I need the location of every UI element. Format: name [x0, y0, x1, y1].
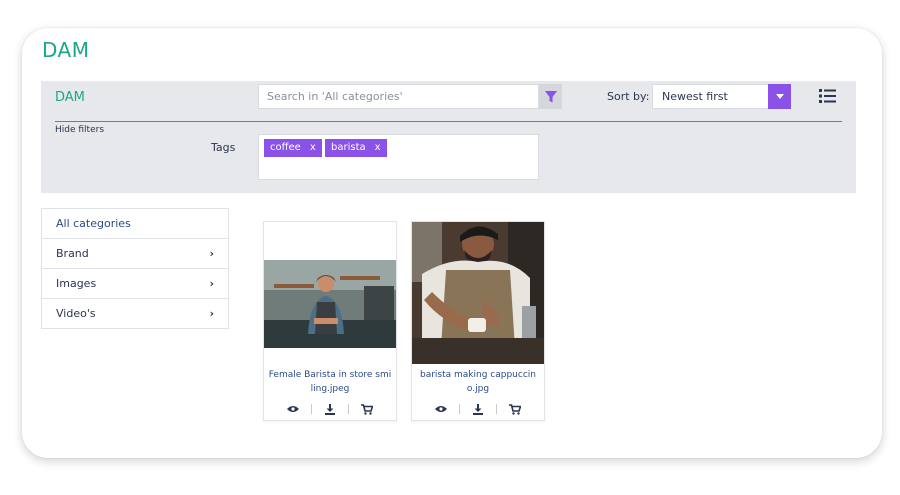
- toolbar-divider: [55, 121, 842, 122]
- filter-button[interactable]: [539, 84, 562, 109]
- tag-label: barista: [331, 142, 366, 153]
- caret-down-icon: [775, 94, 784, 99]
- barista-photo-image: [264, 222, 396, 364]
- chevron-right-icon: ›: [209, 276, 214, 290]
- asset-card[interactable]: Female Barista in store smiling.jpeg: [263, 221, 397, 421]
- category-label: Images: [56, 276, 97, 290]
- hide-filters-link[interactable]: Hide filters: [55, 125, 104, 135]
- category-item-all[interactable]: All categories: [42, 209, 228, 239]
- tags-input[interactable]: coffee x barista x: [258, 134, 539, 180]
- tag-label: coffee: [270, 142, 301, 153]
- search-input[interactable]: Search in 'All categories': [258, 84, 539, 109]
- toolbar: DAM Search in 'All categories' Sort by: …: [41, 81, 856, 193]
- chevron-right-icon: ›: [209, 246, 214, 260]
- list-icon: [819, 89, 836, 103]
- app-title: DAM: [42, 38, 90, 62]
- tag-chip-coffee: coffee x: [264, 139, 322, 157]
- tags-label: Tags: [211, 141, 236, 154]
- category-label: All categories: [56, 216, 131, 230]
- remove-tag-button[interactable]: x: [310, 139, 316, 157]
- asset-actions: [264, 402, 396, 416]
- asset-thumbnail[interactable]: [264, 222, 396, 364]
- asset-thumbnail[interactable]: [412, 222, 544, 364]
- category-label: Brand: [56, 246, 89, 260]
- sort-select[interactable]: Newest first: [652, 84, 791, 109]
- preview-button[interactable]: [423, 405, 459, 413]
- sort-value: Newest first: [662, 90, 728, 103]
- toolbar-title: DAM: [55, 90, 85, 105]
- category-label: Video's: [56, 307, 96, 320]
- asset-name[interactable]: Female Barista in store smiling.jpeg: [268, 368, 392, 396]
- download-icon: [325, 403, 335, 415]
- sort-dropdown-button[interactable]: [768, 84, 791, 109]
- category-list: All categories Brand › Images › Video's …: [41, 208, 229, 329]
- add-to-cart-button[interactable]: [497, 403, 533, 415]
- eye-icon: [435, 406, 447, 412]
- cart-icon: [361, 403, 373, 415]
- add-to-cart-button[interactable]: [349, 403, 385, 415]
- tag-chip-barista: barista x: [325, 139, 387, 157]
- filter-icon: [544, 90, 557, 102]
- eye-icon: [287, 406, 299, 412]
- chevron-right-icon: ›: [209, 307, 214, 320]
- download-button[interactable]: [312, 403, 348, 415]
- remove-tag-button[interactable]: x: [375, 139, 381, 157]
- preview-button[interactable]: [275, 405, 311, 413]
- category-item-videos[interactable]: Video's ›: [42, 299, 228, 329]
- download-icon: [473, 403, 483, 415]
- download-button[interactable]: [460, 403, 496, 415]
- asset-actions: [412, 402, 544, 416]
- asset-card[interactable]: barista making cappuccino.jpg: [411, 221, 545, 421]
- cart-icon: [509, 403, 521, 415]
- asset-name[interactable]: barista making cappuccino.jpg: [416, 368, 540, 396]
- list-view-button[interactable]: [818, 87, 838, 105]
- category-item-images[interactable]: Images ›: [42, 269, 228, 299]
- sort-label: Sort by:: [607, 90, 650, 103]
- category-item-brand[interactable]: Brand ›: [42, 239, 228, 269]
- cappuccino-photo-image: [412, 222, 544, 364]
